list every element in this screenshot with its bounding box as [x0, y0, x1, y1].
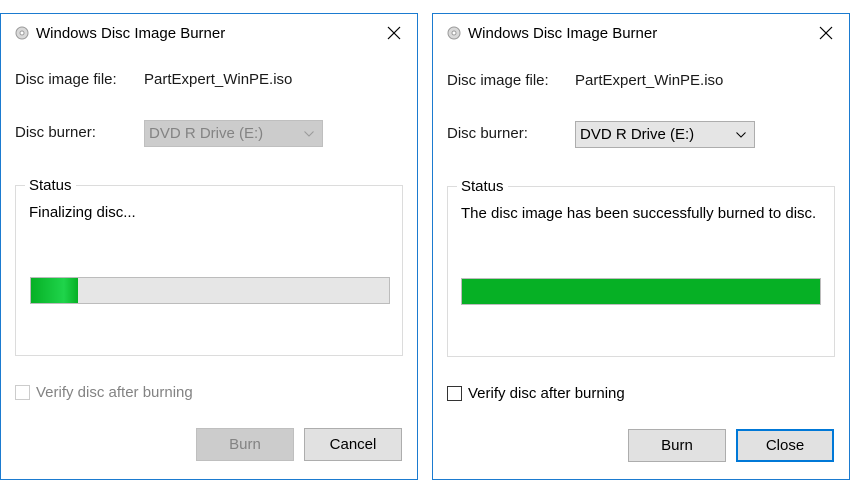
cancel-button[interactable]: Cancel: [304, 428, 402, 461]
status-legend: Status: [457, 178, 508, 195]
chevron-down-icon: [304, 131, 314, 137]
disc-burner-selected: DVD R Drive (E:): [580, 126, 695, 143]
disc-burner-icon: [447, 26, 461, 40]
disc-image-value: PartExpert_WinPE.iso: [575, 72, 724, 89]
close-icon: [387, 26, 401, 40]
disc-image-label: Disc image file:: [447, 72, 549, 89]
progress-fill: [462, 279, 820, 304]
burn-button[interactable]: Burn: [628, 429, 726, 462]
status-message: Finalizing disc...: [29, 204, 136, 221]
burner-dialog-progress: Windows Disc Image Burner Disc image fil…: [0, 13, 418, 480]
verify-checkbox[interactable]: [447, 386, 462, 401]
disc-burner-selected: DVD R Drive (E:): [149, 125, 264, 142]
disc-burner-dropdown[interactable]: DVD R Drive (E:): [575, 121, 755, 148]
chevron-down-icon: [736, 132, 746, 138]
title-bar[interactable]: Windows Disc Image Burner: [433, 14, 849, 52]
disc-burner-icon: [15, 26, 29, 40]
disc-image-label: Disc image file:: [15, 71, 117, 88]
disc-burner-label: Disc burner:: [15, 124, 96, 141]
window-title: Windows Disc Image Burner: [468, 25, 658, 42]
close-button[interactable]: Close: [736, 429, 834, 462]
verify-checkbox[interactable]: [15, 385, 30, 400]
window-title: Windows Disc Image Burner: [36, 25, 226, 42]
burner-dialog-complete: Windows Disc Image Burner Disc image fil…: [432, 13, 850, 480]
status-legend: Status: [25, 177, 76, 194]
verify-checkbox-label: Verify disc after burning: [36, 384, 193, 401]
progress-fill: [31, 278, 78, 303]
burn-button[interactable]: Burn: [196, 428, 294, 461]
title-bar[interactable]: Windows Disc Image Burner: [1, 14, 417, 52]
close-window-button[interactable]: [803, 14, 849, 52]
close-window-button[interactable]: [371, 14, 417, 52]
status-message: The disc image has been successfully bur…: [461, 205, 817, 222]
disc-burner-dropdown[interactable]: DVD R Drive (E:): [144, 120, 323, 147]
close-icon: [819, 26, 833, 40]
progress-bar: [461, 278, 821, 305]
verify-checkbox-label: Verify disc after burning: [468, 385, 625, 402]
progress-bar: [30, 277, 390, 304]
disc-image-value: PartExpert_WinPE.iso: [144, 71, 293, 88]
disc-burner-label: Disc burner:: [447, 125, 528, 142]
